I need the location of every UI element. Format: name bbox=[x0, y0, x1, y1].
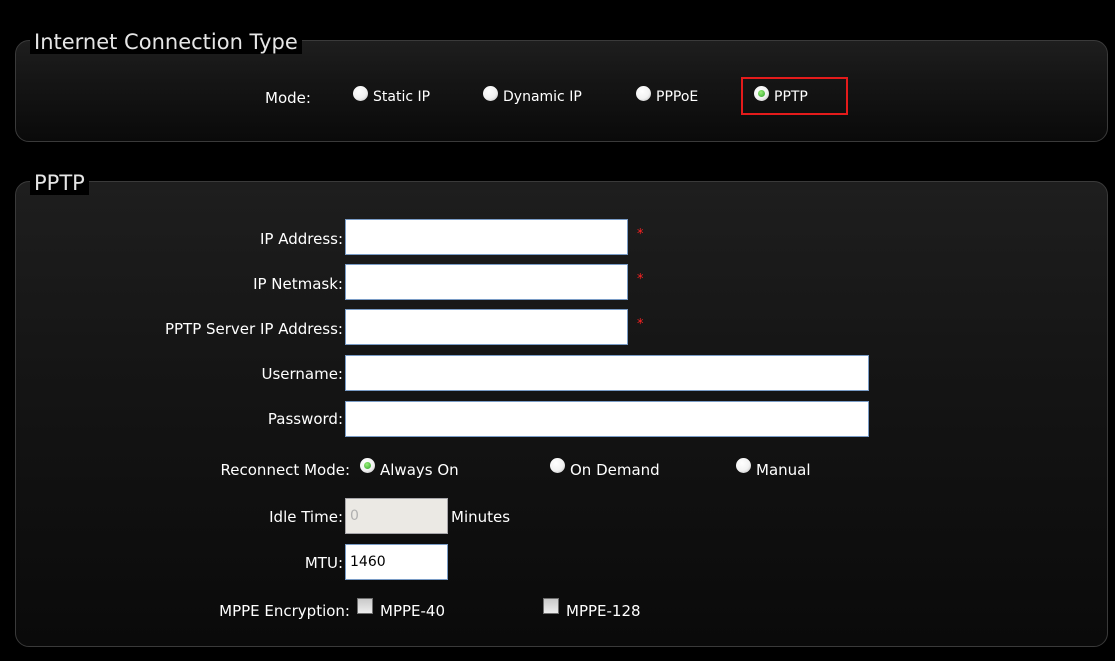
password-input[interactable] bbox=[345, 401, 869, 437]
idle-time-label: Idle Time: bbox=[269, 508, 343, 526]
label-always-on[interactable]: Always On bbox=[380, 461, 459, 479]
server-ip-required-mark: * bbox=[637, 317, 644, 332]
label-mppe-128[interactable]: MPPE-128 bbox=[566, 602, 641, 620]
connection-type-title: Internet Connection Type bbox=[30, 30, 302, 54]
radio-pptp[interactable] bbox=[754, 86, 769, 101]
ip-netmask-required-mark: * bbox=[637, 272, 644, 287]
ip-netmask-label: IP Netmask: bbox=[253, 275, 343, 293]
password-label: Password: bbox=[267, 410, 343, 428]
ip-address-input[interactable] bbox=[345, 219, 628, 255]
mtu-label: MTU: bbox=[304, 554, 343, 572]
server-ip-input[interactable] bbox=[345, 309, 628, 345]
mppe-encryption-label: MPPE Encryption: bbox=[219, 602, 350, 620]
radio-always-on[interactable] bbox=[360, 458, 375, 473]
pptp-title: PPTP bbox=[30, 171, 89, 195]
radio-dynamic-ip[interactable] bbox=[483, 86, 498, 101]
checkbox-mppe-40[interactable] bbox=[357, 598, 373, 614]
checkbox-mppe-128[interactable] bbox=[543, 598, 559, 614]
idle-time-unit: Minutes bbox=[451, 508, 511, 526]
radio-pppoe[interactable] bbox=[636, 86, 651, 101]
label-on-demand[interactable]: On Demand bbox=[570, 461, 660, 479]
mtu-input[interactable] bbox=[345, 544, 448, 580]
radio-on-demand[interactable] bbox=[550, 458, 565, 473]
ip-netmask-input[interactable] bbox=[345, 264, 628, 300]
label-pptp[interactable]: PPTP bbox=[774, 89, 808, 105]
reconnect-mode-label: Reconnect Mode: bbox=[220, 461, 350, 479]
username-label: Username: bbox=[261, 365, 343, 383]
label-manual[interactable]: Manual bbox=[756, 461, 811, 479]
mode-label: Mode: bbox=[265, 89, 311, 107]
radio-manual[interactable] bbox=[736, 458, 751, 473]
label-pppoe[interactable]: PPPoE bbox=[656, 89, 698, 105]
label-static-ip[interactable]: Static IP bbox=[373, 89, 430, 105]
username-input[interactable] bbox=[345, 355, 869, 391]
label-dynamic-ip[interactable]: Dynamic IP bbox=[503, 89, 582, 105]
server-ip-label: PPTP Server IP Address: bbox=[164, 320, 343, 338]
radio-static-ip[interactable] bbox=[353, 86, 368, 101]
idle-time-input bbox=[345, 498, 448, 534]
ip-address-required-mark: * bbox=[637, 227, 644, 242]
label-mppe-40[interactable]: MPPE-40 bbox=[380, 602, 445, 620]
ip-address-label: IP Address: bbox=[259, 230, 343, 248]
